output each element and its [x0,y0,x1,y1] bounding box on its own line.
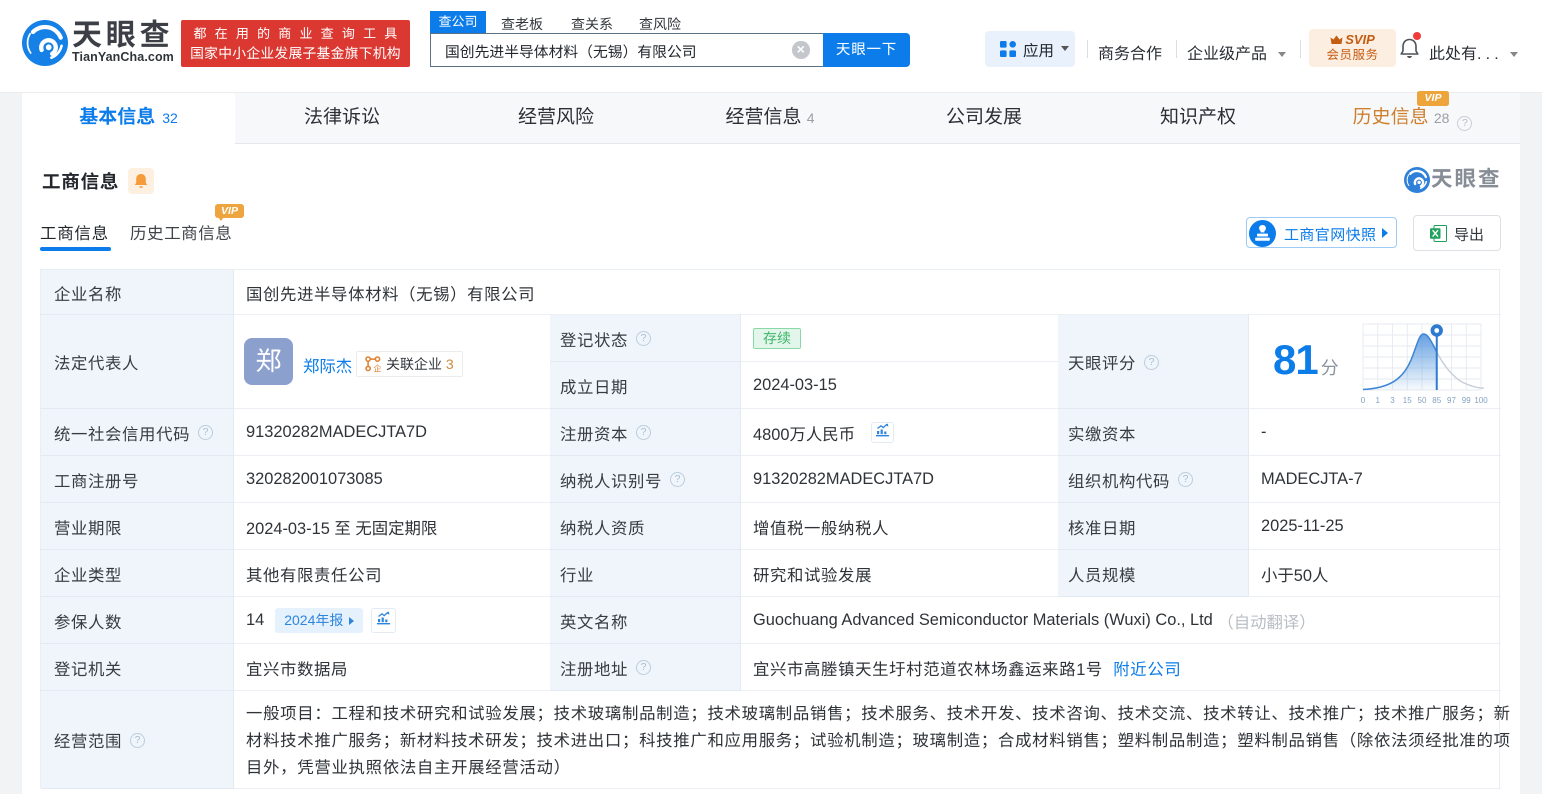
svg-text:1: 1 [1376,396,1381,405]
svg-text:0: 0 [1361,396,1366,405]
svg-text:15: 15 [1403,396,1412,405]
svg-text:97: 97 [1447,396,1456,405]
svg-text:50: 50 [1418,396,1427,405]
svg-text:100: 100 [1474,396,1488,405]
svg-text:企: 企 [373,362,381,372]
svg-text:3: 3 [1390,396,1395,405]
svg-text:85: 85 [1432,396,1441,405]
svg-text:99: 99 [1462,396,1471,405]
